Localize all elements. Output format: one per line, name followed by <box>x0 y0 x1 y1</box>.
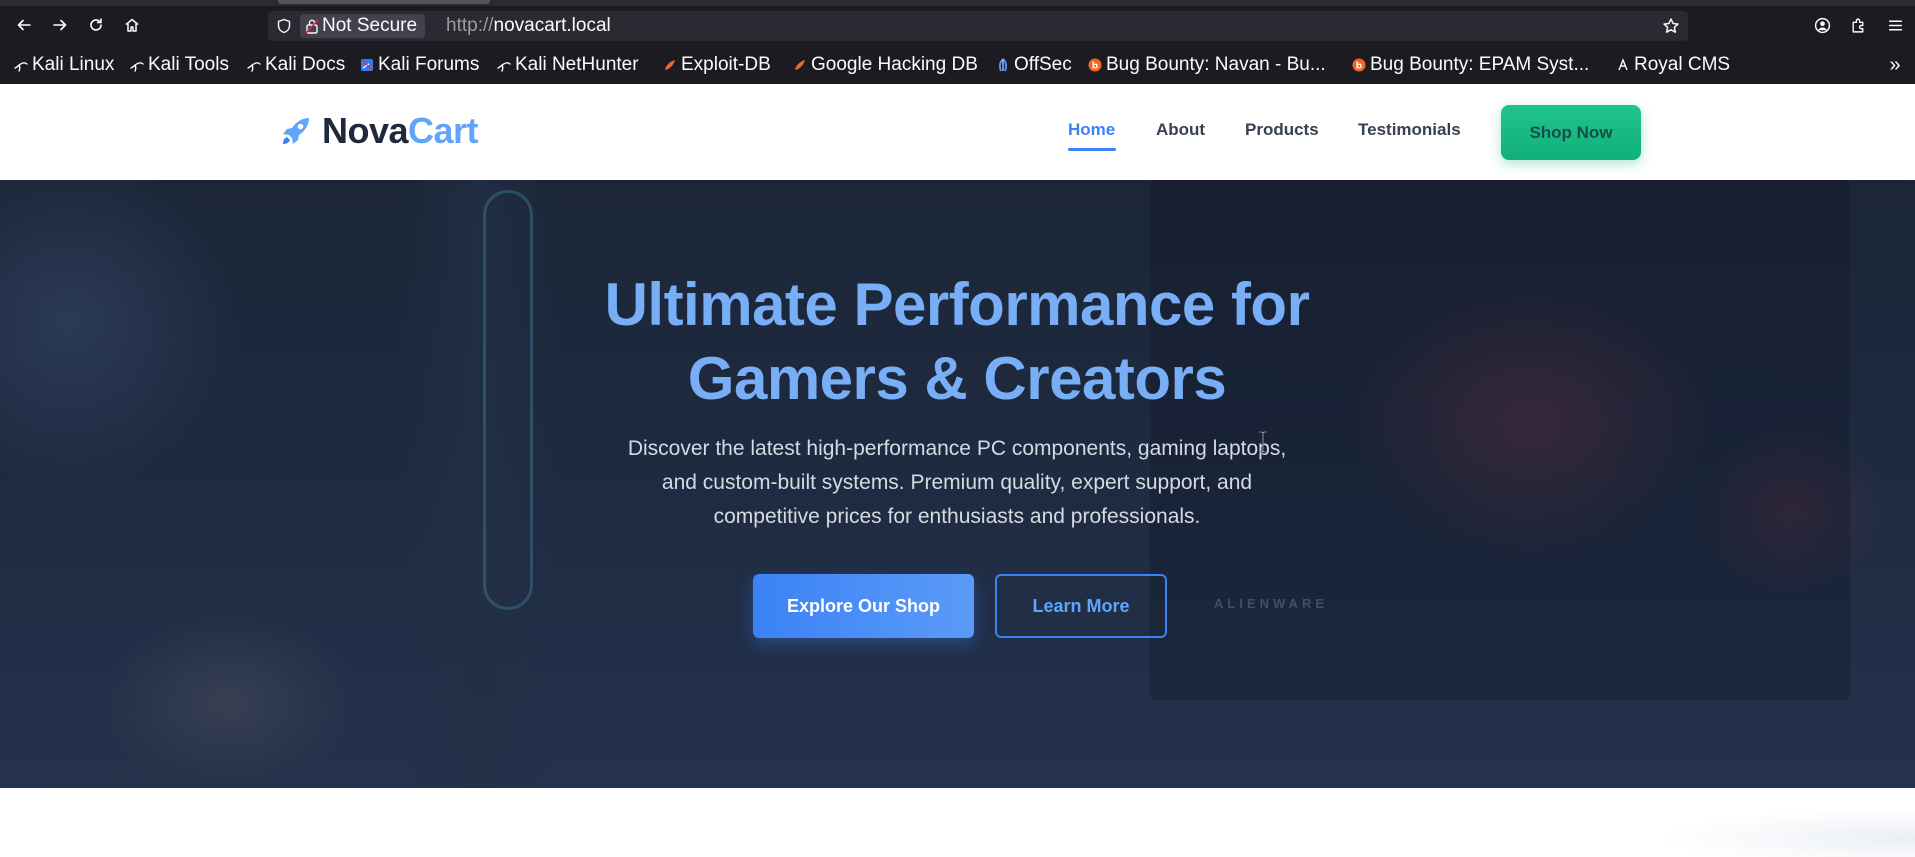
hero-title: Ultimate Performance for Gamers & Creato… <box>457 268 1457 416</box>
site-security-indicator[interactable]: Not Secure <box>300 14 426 38</box>
bookmark-google-hacking-db[interactable]: Google Hacking DB <box>793 53 978 77</box>
shield-icon[interactable] <box>276 18 292 34</box>
bookmark-label: Google Hacking DB <box>811 54 978 75</box>
hero-subtitle-line-2: and custom-built systems. Premium qualit… <box>661 471 1253 494</box>
url-host: novacart.local <box>493 15 611 36</box>
royal-cms-icon <box>1618 58 1628 71</box>
kali-dragon-icon <box>247 62 261 72</box>
hamburger-icon <box>1888 19 1902 31</box>
nav-home[interactable]: Home <box>1068 120 1115 140</box>
nav-testimonials[interactable]: Testimonials <box>1358 120 1461 140</box>
active-tab[interactable] <box>278 0 490 4</box>
hero-section: ALIENWARE Ultimate Performance for Gamer… <box>0 180 1915 788</box>
bookmark-kali-tools[interactable]: Kali Tools <box>130 53 229 77</box>
web-page: Nova Cart Home About Products Testimonial… <box>0 84 1915 857</box>
bookmark-label: Royal CMS <box>1634 54 1731 75</box>
hero-subtitle: Discover the latest high-performance PC … <box>597 432 1317 534</box>
forward-button[interactable] <box>48 13 72 37</box>
insecure-lock-icon <box>305 19 319 34</box>
rocket-icon <box>283 118 309 144</box>
home-icon <box>125 18 139 32</box>
bookmark-label: Exploit-DB <box>681 54 771 75</box>
nav-active-indicator <box>1068 148 1116 151</box>
site-header: Nova Cart Home About Products Testimonial… <box>0 84 1915 180</box>
account-icon <box>1814 17 1830 33</box>
url-text[interactable]: http://novacart.local <box>446 14 611 38</box>
hero-subtitle-line-1: Discover the latest high-performance PC … <box>627 437 1287 460</box>
account-button[interactable] <box>1810 13 1834 37</box>
offsec-icon <box>998 58 1008 72</box>
url-scheme: http:// <box>446 15 494 36</box>
site-logo[interactable]: Nova Cart <box>278 110 479 151</box>
bookmark-label: Bug Bounty: Navan - Bu... <box>1106 54 1326 75</box>
svg-text:b: b <box>1356 62 1363 72</box>
learn-more-button[interactable]: Learn More <box>995 574 1167 638</box>
kali-dragon-icon <box>130 62 144 72</box>
text-cursor-icon <box>1259 431 1267 453</box>
bookmark-bug-bounty-epam[interactable]: b Bug Bounty: EPAM Syst... <box>1352 53 1589 77</box>
bookmark-kali-nethunter[interactable]: Kali NetHunter <box>497 53 639 77</box>
bookmark-label: Kali Docs <box>265 54 346 75</box>
explore-shop-button[interactable]: Explore Our Shop <box>753 574 974 638</box>
bookmarks-toolbar: Kali Linux Kali Tools Kali Docs Kali For… <box>0 50 1915 80</box>
kali-dragon-icon <box>14 62 28 72</box>
bugcrowd-icon: b <box>1088 58 1102 72</box>
bugcrowd-icon: b <box>1352 58 1366 72</box>
logo-text-cart: Cart <box>408 110 479 151</box>
nav-products[interactable]: Products <box>1245 120 1319 140</box>
extensions-button[interactable] <box>1846 13 1870 37</box>
browser-toolbar: Not Secure http://novacart.local Kali Li… <box>0 0 1915 84</box>
bookmark-exploit-db[interactable]: Exploit-DB <box>663 53 771 77</box>
reload-button[interactable] <box>84 13 108 37</box>
logo-text-nova: Nova <box>322 110 409 151</box>
menu-button[interactable] <box>1883 13 1907 37</box>
kali-dragon-icon <box>497 62 511 72</box>
nav-about[interactable]: About <box>1156 120 1205 140</box>
hero-subtitle-line-3: competitive prices for enthusiasts and p… <box>713 505 1201 528</box>
bookmark-offsec[interactable]: OffSec <box>996 53 1072 77</box>
home-button[interactable] <box>120 13 144 37</box>
bookmarks-overflow-chevron-icon[interactable]: » <box>1885 54 1905 76</box>
bookmark-star-icon[interactable] <box>1662 17 1680 35</box>
back-button[interactable] <box>12 13 36 37</box>
headphones-silhouette <box>100 610 360 788</box>
back-arrow-icon <box>17 19 31 31</box>
section-glow <box>1655 808 1915 857</box>
hero-title-line-2: Gamers & Creators <box>687 345 1227 412</box>
security-label: Not Secure <box>322 15 418 36</box>
reload-icon <box>90 18 102 31</box>
svg-text:b: b <box>1092 62 1099 72</box>
shop-now-button[interactable]: Shop Now <box>1501 105 1641 160</box>
forward-arrow-icon <box>53 19 67 31</box>
bookmark-label: Kali NetHunter <box>515 54 639 75</box>
exploit-db-icon <box>665 60 675 70</box>
bookmark-label: Bug Bounty: EPAM Syst... <box>1370 54 1590 75</box>
bookmark-kali-forums[interactable]: Kali Forums <box>360 53 479 77</box>
bookmark-label: Kali Tools <box>148 54 229 75</box>
address-bar[interactable]: Not Secure http://novacart.local <box>268 11 1688 41</box>
alienware-watermark: ALIENWARE <box>1214 596 1328 611</box>
bookmark-label: OffSec <box>1014 54 1072 75</box>
bookmark-bug-bounty-navan[interactable]: b Bug Bounty: Navan - Bu... <box>1088 53 1326 77</box>
bookmark-kali-linux[interactable]: Kali Linux <box>14 53 114 77</box>
puzzle-icon <box>1851 18 1863 33</box>
bookmark-label: Kali Linux <box>32 54 115 75</box>
exploit-db-icon <box>795 60 805 70</box>
bookmark-kali-docs[interactable]: Kali Docs <box>247 53 345 77</box>
kali-forums-icon <box>361 59 373 71</box>
next-section <box>0 788 1915 857</box>
hero-title-line-1: Ultimate Performance for <box>604 271 1310 338</box>
bookmark-label: Kali Forums <box>378 54 480 75</box>
bookmark-royal-cms[interactable]: Royal CMS <box>1616 53 1730 77</box>
